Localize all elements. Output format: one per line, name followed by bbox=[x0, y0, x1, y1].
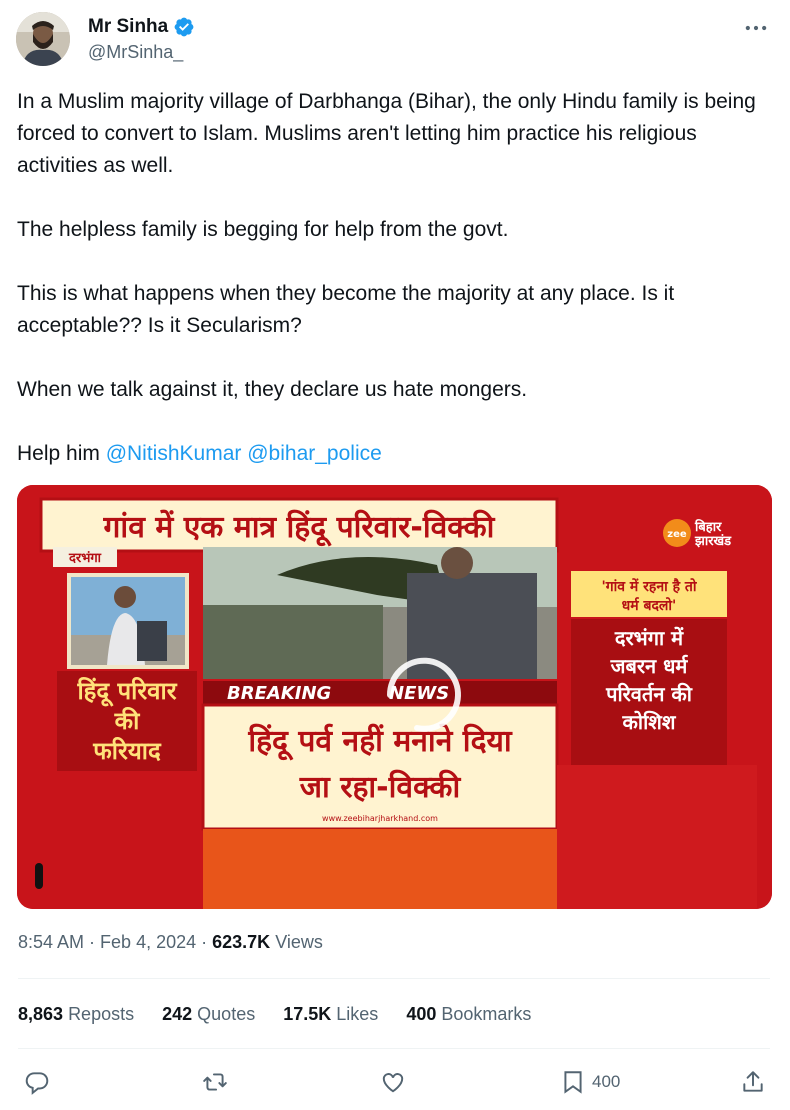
quotes-stat[interactable]: 242 Quotes bbox=[162, 1004, 255, 1025]
bookmark-button[interactable]: 400 bbox=[560, 1064, 620, 1100]
share-icon bbox=[743, 1071, 763, 1092]
like-button[interactable] bbox=[380, 1064, 406, 1100]
engagement-stats: 8,863 Reposts 242 Quotes 17.5K Likes 400… bbox=[18, 1004, 559, 1025]
right-caption-line3: परिवर्तन की bbox=[605, 682, 693, 706]
video-progress-handle[interactable] bbox=[35, 863, 43, 889]
action-bar: 400 bbox=[18, 1064, 770, 1100]
repost-icon bbox=[203, 1073, 227, 1091]
quotes-count: 242 bbox=[162, 1004, 193, 1024]
right-caption-line4: कोशिश bbox=[622, 710, 677, 734]
divider bbox=[18, 978, 770, 979]
breaking-label: BREAKING bbox=[227, 683, 331, 704]
main-caption-line2: जा रहा-विक्की bbox=[299, 769, 462, 805]
channel-zee: zee bbox=[667, 529, 687, 540]
website-text: www.zeebiharjharkhand.com bbox=[322, 814, 438, 823]
location-tag: दरभंगा bbox=[68, 550, 102, 566]
tweet-time[interactable]: 8:54 AM bbox=[18, 932, 84, 952]
mention-nitishkumar[interactable]: @NitishKumar bbox=[106, 442, 242, 465]
likes-count: 17.5K bbox=[283, 1004, 332, 1024]
bookmark-action-count: 400 bbox=[592, 1072, 621, 1091]
mention-bihar-police[interactable]: @bihar_police bbox=[247, 442, 382, 465]
left-caption-line3: फरियाद bbox=[92, 737, 162, 765]
right-caption-line1: दरभंगा में bbox=[614, 626, 684, 650]
right-quote-line1: 'गांव में रहना है तो bbox=[601, 578, 697, 595]
handle[interactable]: @MrSinha_ bbox=[88, 42, 183, 63]
video-player[interactable]: गांव में एक मात्र हिंदू परिवार-विक्की दर… bbox=[17, 485, 772, 909]
right-quote-line2: धर्म बदलो' bbox=[622, 597, 677, 614]
tweet-paragraph: In a Muslim majority village of Darbhang… bbox=[17, 90, 756, 177]
likes-label: Likes bbox=[336, 1004, 379, 1024]
channel-logo-line1: बिहार bbox=[694, 519, 722, 535]
tweet-header: Mr Sinha @MrSinha_ bbox=[16, 10, 774, 70]
tweet-paragraph: When we talk against it, they declare us… bbox=[17, 378, 528, 401]
bookmark-icon bbox=[564, 1071, 582, 1094]
tweet-date[interactable]: Feb 4, 2024 bbox=[100, 932, 196, 952]
reposts-stat[interactable]: 8,863 Reposts bbox=[18, 1004, 134, 1025]
news-label: NEWS bbox=[389, 683, 449, 704]
tweet-meta: 8:54 AM · Feb 4, 2024 · 623.7K Views bbox=[18, 932, 323, 952]
display-name[interactable]: Mr Sinha bbox=[88, 16, 168, 38]
views-count: 623.7K bbox=[212, 932, 271, 952]
left-caption-line2: की bbox=[114, 707, 140, 735]
channel-logo-line2: झारखंड bbox=[694, 533, 732, 549]
repost-button[interactable] bbox=[202, 1064, 228, 1100]
tweet-paragraph: The helpless family is begging for help … bbox=[17, 218, 509, 241]
tweet-text: In a Muslim majority village of Darbhang… bbox=[17, 86, 777, 470]
help-prefix: Help him bbox=[17, 442, 106, 465]
bookmarks-label: Bookmarks bbox=[441, 1004, 532, 1024]
top-banner-text: गांव में एक मात्र हिंदू परिवार-विक्की bbox=[103, 509, 496, 547]
bookmarks-count: 400 bbox=[406, 1004, 437, 1024]
reposts-count: 8,863 bbox=[18, 1004, 64, 1024]
tweet-paragraph: This is what happens when they become th… bbox=[17, 282, 675, 337]
avatar[interactable] bbox=[16, 12, 70, 66]
divider bbox=[18, 1048, 770, 1049]
right-caption-line2: जबरन धर्म bbox=[610, 654, 689, 678]
likes-stat[interactable]: 17.5K Likes bbox=[283, 1004, 378, 1025]
reply-icon bbox=[25, 1072, 49, 1095]
main-caption-line1: हिंदू पर्व नहीं मनाने दिया bbox=[247, 723, 513, 761]
tweet-paragraph-help: Help him @NitishKumar @bihar_police bbox=[17, 438, 777, 470]
more-options-icon[interactable] bbox=[742, 14, 770, 42]
left-caption-line1: हिंदू परिवार bbox=[76, 677, 177, 707]
share-button[interactable] bbox=[740, 1064, 766, 1100]
verified-badge-icon bbox=[174, 17, 194, 37]
quotes-label: Quotes bbox=[197, 1004, 256, 1024]
reposts-label: Reposts bbox=[68, 1004, 135, 1024]
reply-button[interactable] bbox=[24, 1064, 50, 1100]
views-label: Views bbox=[275, 932, 323, 952]
heart-icon bbox=[382, 1073, 404, 1093]
bookmarks-stat[interactable]: 400 Bookmarks bbox=[406, 1004, 531, 1025]
